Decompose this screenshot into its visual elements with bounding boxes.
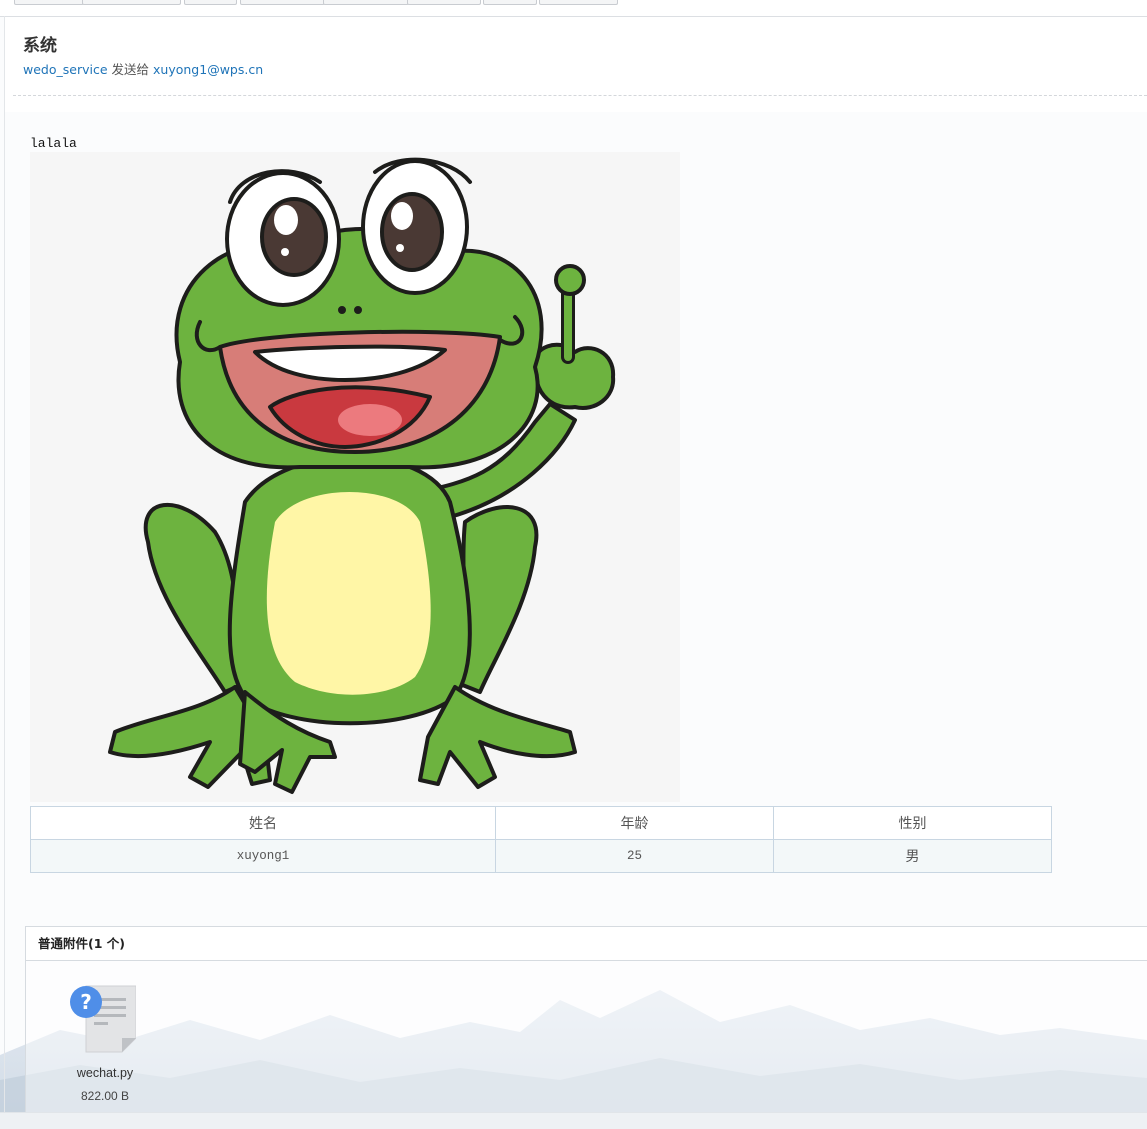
recipient-link[interactable]: xuyong1@wps.cn <box>153 62 263 77</box>
cell-name: xuyong1 <box>30 839 496 873</box>
toolbar-button[interactable] <box>483 0 537 5</box>
attachment-filename[interactable]: wechat.py <box>64 1066 146 1080</box>
attachment-panel: 普通附件(1 个) ? wechat.py 822.00 B <box>25 926 1147 1113</box>
cell-age: 25 <box>495 839 774 873</box>
header-name: 姓名 <box>30 806 496 840</box>
toolbar-button[interactable] <box>407 0 481 5</box>
toolbar <box>0 0 1147 17</box>
sender-link[interactable]: wedo_service <box>23 62 108 77</box>
header-divider <box>13 95 1147 96</box>
toolbar-button[interactable] <box>240 0 325 5</box>
table-header-row: 姓名 年龄 性别 <box>30 806 1052 840</box>
svg-text:?: ? <box>80 990 92 1014</box>
info-table: 姓名 年龄 性别 xuyong1 25 男 <box>30 806 1052 873</box>
frog-illustration <box>30 152 680 802</box>
toolbar-button[interactable] <box>82 0 181 5</box>
mail-meta: wedo_service 发送给 xuyong1@wps.cn <box>23 59 263 78</box>
left-divider <box>4 16 5 1112</box>
toolbar-button[interactable] <box>323 0 409 5</box>
bottom-bar <box>0 1112 1147 1129</box>
attachment-filesize: 822.00 B <box>80 1089 130 1103</box>
mail-subject: 系统 <box>23 36 57 56</box>
header-age: 年龄 <box>495 806 774 840</box>
table-row: xuyong1 25 男 <box>30 839 1052 873</box>
header-gender: 性别 <box>773 806 1052 840</box>
mail-header: 系统 wedo_service 发送给 xuyong1@wps.cn <box>5 17 1147 112</box>
cell-gender: 男 <box>773 839 1052 873</box>
toolbar-button[interactable] <box>184 0 237 5</box>
toolbar-button[interactable] <box>14 0 84 5</box>
attachment-title: 普通附件(1 个) <box>26 927 1147 961</box>
mail-body: lalala 姓名 年龄 性别 xuyong1 25 男 普通附件(1 个) ?… <box>5 113 1147 1113</box>
unknown-file-icon[interactable]: ? <box>70 984 136 1054</box>
body-text: lalala <box>30 136 77 151</box>
sent-to-label: 发送给 <box>111 62 150 77</box>
toolbar-button[interactable] <box>539 0 618 5</box>
